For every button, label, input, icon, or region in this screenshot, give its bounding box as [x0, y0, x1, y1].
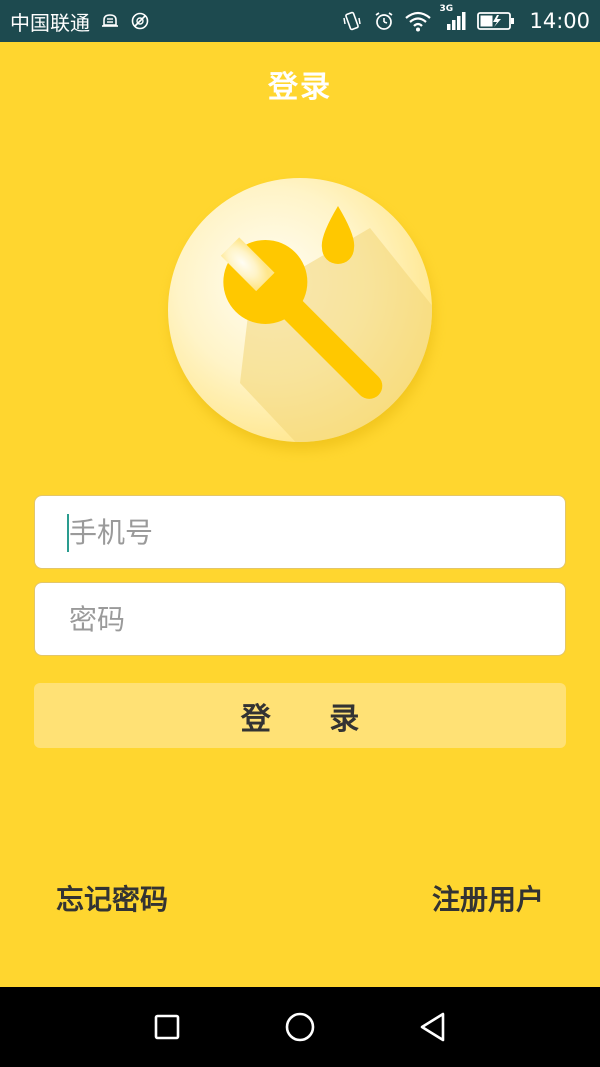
clock-label: 14:00 [529, 9, 590, 33]
carrier-label: 中国联通 [10, 10, 90, 35]
text-caret [67, 514, 69, 552]
alarm-icon [373, 10, 395, 32]
navigation-bar [0, 987, 600, 1067]
status-bar-right: 3G 14:00 [341, 4, 590, 33]
wifi-icon [405, 10, 432, 32]
square-icon [154, 1014, 180, 1040]
phone-field[interactable] [34, 495, 566, 569]
wrench-oil-drop-icon [168, 178, 434, 450]
phone-input[interactable] [67, 495, 565, 569]
page-title: 登录 [268, 70, 332, 105]
app-logo [150, 168, 450, 468]
status-bar: 中国联通 3G 14:00 [0, 0, 600, 42]
signal-3g-icon: 3G [439, 4, 467, 32]
register-link[interactable]: 注册用户 [432, 878, 544, 918]
triangle-back-icon [420, 1012, 445, 1042]
vibrate-icon [341, 10, 363, 32]
network-type-label: 3G [439, 4, 454, 14]
password-field[interactable] [34, 582, 566, 656]
circle-icon [285, 1012, 315, 1042]
blocked-icon [130, 11, 150, 31]
login-screen: 中国联通 3G 14:00 登录 手机号 登 录 忘记密码 注册用户 [0, 0, 600, 1067]
password-input[interactable] [67, 582, 565, 656]
recent-apps-button[interactable] [127, 987, 207, 1067]
status-bar-left: 中国联通 [10, 7, 150, 36]
login-button[interactable]: 登 录 [34, 683, 566, 748]
notification-icon [100, 11, 120, 31]
forgot-password-link[interactable]: 忘记密码 [56, 878, 168, 918]
home-button[interactable] [260, 987, 340, 1067]
battery-charging-icon [477, 11, 515, 31]
back-button[interactable] [393, 987, 473, 1067]
